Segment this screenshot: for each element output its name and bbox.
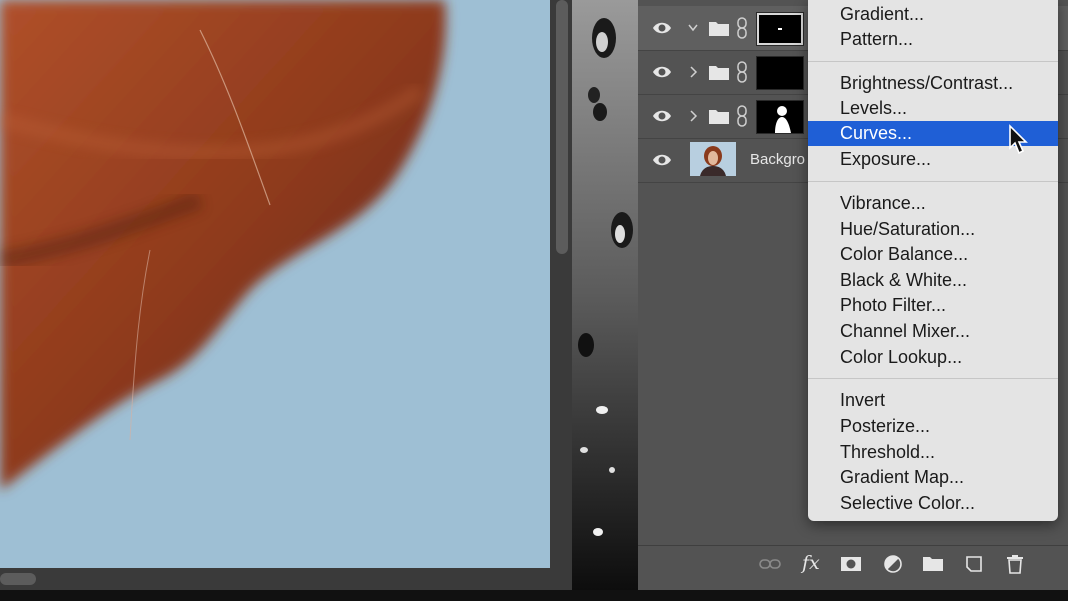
menu-item-selective-color[interactable]: Selective Color... bbox=[808, 491, 1058, 516]
menu-item-hue-saturation[interactable]: Hue/Saturation... bbox=[808, 217, 1058, 242]
visibility-eye-icon[interactable] bbox=[652, 107, 672, 125]
horizontal-scrollbar-track[interactable] bbox=[0, 568, 572, 590]
menu-item-channel-mixer[interactable]: Channel Mixer... bbox=[808, 319, 1058, 344]
menu-item-invert[interactable]: Invert bbox=[808, 388, 1058, 413]
menu-item-color-balance[interactable]: Color Balance... bbox=[808, 242, 1058, 267]
layers-panel-footer: fx bbox=[638, 545, 1068, 582]
mouse-pointer-icon bbox=[1009, 124, 1028, 155]
menu-separator bbox=[808, 181, 1058, 182]
menu-item-black-white[interactable]: Black & White... bbox=[808, 268, 1058, 293]
menu-item-color-lookup[interactable]: Color Lookup... bbox=[808, 345, 1058, 370]
mask-icon[interactable] bbox=[840, 554, 862, 574]
link-icon[interactable] bbox=[759, 554, 781, 574]
vertical-scrollbar-thumb[interactable] bbox=[556, 0, 568, 254]
layer-mask-thumbnail[interactable] bbox=[756, 56, 804, 90]
document-canvas[interactable] bbox=[0, 0, 550, 568]
layer-name: Backgro bbox=[750, 151, 806, 168]
chain-link-icon[interactable] bbox=[736, 61, 748, 83]
fx-icon[interactable]: fx bbox=[802, 552, 820, 574]
layer-mask-thumbnail[interactable] bbox=[756, 12, 804, 46]
visibility-eye-icon[interactable] bbox=[652, 19, 672, 37]
menu-separator bbox=[808, 61, 1058, 62]
folder-icon[interactable] bbox=[922, 554, 944, 574]
window-bottom-edge bbox=[0, 590, 1068, 601]
menu-item-levels[interactable]: Levels... bbox=[808, 96, 1058, 121]
menu-item-posterize[interactable]: Posterize... bbox=[808, 414, 1058, 439]
folder-icon bbox=[709, 110, 729, 124]
background-window-strip bbox=[572, 0, 638, 601]
chevron-down-icon[interactable] bbox=[688, 20, 698, 36]
menu-item-brightness-contrast[interactable]: Brightness/Contrast... bbox=[808, 71, 1058, 96]
menu-item-threshold[interactable]: Threshold... bbox=[808, 440, 1058, 465]
menu-item-vibrance[interactable]: Vibrance... bbox=[808, 191, 1058, 216]
menu-separator bbox=[808, 378, 1058, 379]
menu-item-gradient[interactable]: Gradient... bbox=[808, 2, 1058, 27]
hair-photo bbox=[0, 0, 550, 568]
layer-thumbnail[interactable] bbox=[690, 142, 736, 176]
chain-link-icon[interactable] bbox=[736, 105, 748, 127]
adjustment-layer-menu: Gradient... Pattern... Brightness/Contra… bbox=[808, 0, 1058, 521]
chevron-right-icon[interactable] bbox=[688, 64, 698, 80]
menu-item-photo-filter[interactable]: Photo Filter... bbox=[808, 293, 1058, 318]
menu-item-pattern[interactable]: Pattern... bbox=[808, 27, 1058, 52]
chevron-right-icon[interactable] bbox=[688, 108, 698, 124]
trash-icon[interactable] bbox=[1004, 554, 1026, 574]
visibility-eye-icon[interactable] bbox=[652, 151, 672, 169]
new-layer-icon[interactable] bbox=[963, 554, 985, 574]
visibility-eye-icon[interactable] bbox=[652, 63, 672, 81]
horizontal-scrollbar-thumb[interactable] bbox=[0, 573, 36, 585]
folder-icon bbox=[709, 22, 729, 36]
adjustment-icon[interactable] bbox=[882, 554, 904, 574]
layer-mask-thumbnail[interactable] bbox=[756, 100, 804, 134]
menu-item-gradient-map[interactable]: Gradient Map... bbox=[808, 465, 1058, 490]
folder-icon bbox=[709, 66, 729, 80]
chain-link-icon[interactable] bbox=[736, 17, 748, 39]
